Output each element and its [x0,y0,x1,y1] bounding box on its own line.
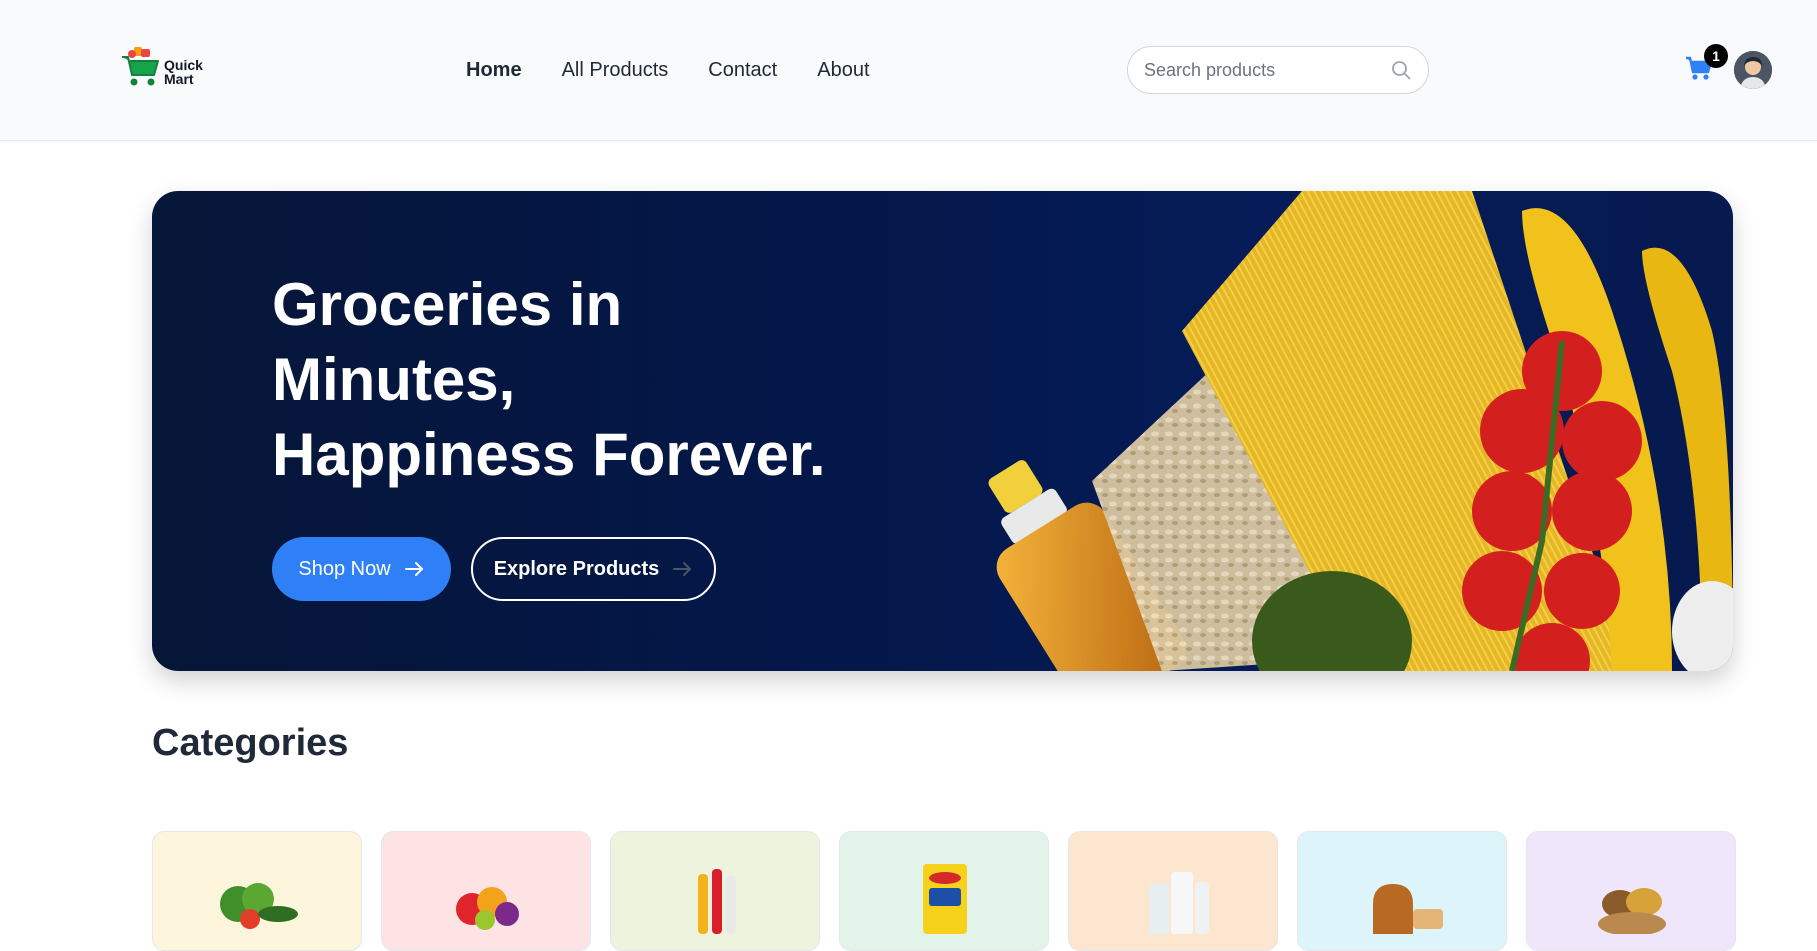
categories-title: Categories [152,722,349,764]
hero-banner: Groceries in Minutes, Happiness Forever.… [152,191,1733,671]
avatar[interactable] [1734,51,1772,89]
hero-title-line-2: Minutes, [272,346,516,413]
category-card-vegetables[interactable] [152,831,362,951]
brand-logo[interactable]: Quick Mart [120,42,206,92]
fruits-icon [456,887,519,930]
brand-name-line1: Quick [164,57,203,73]
shop-now-label: Shop Now [298,557,391,580]
category-card-dairy[interactable] [1068,831,1278,951]
nav-about[interactable]: About [817,56,869,84]
cart-logo-icon [122,47,159,86]
shop-now-button[interactable]: Shop Now [272,537,451,601]
hero-title: Groceries in Minutes, Happiness Forever. [272,267,872,492]
instant-noodles-icon [923,864,967,934]
nav-home[interactable]: Home [466,56,522,84]
search-icon[interactable] [1390,59,1412,81]
search-input[interactable] [1144,59,1390,81]
hero-title-line-3: Happiness Forever. [272,421,826,488]
nav-all-products[interactable]: All Products [562,56,669,84]
hero-title-line-1: Groceries in [272,271,623,338]
groceries-illustration [988,191,1733,671]
cart-count-badge: 1 [1704,44,1728,68]
brand-name: Quick Mart [164,58,203,86]
category-card-bakery[interactable] [1297,831,1507,951]
category-card-instant-noodles[interactable] [839,831,1049,951]
explore-products-label: Explore Products [493,557,660,580]
grains-icon [1598,888,1666,934]
arrow-right-icon [673,562,692,576]
bakery-icon [1373,884,1443,934]
category-card-grains[interactable] [1526,831,1736,951]
main-nav: Home All Products Contact About [466,56,870,84]
vegetables-icon [220,883,298,929]
drinks-icon [698,869,736,934]
category-card-fruits[interactable] [381,831,591,951]
nav-contact[interactable]: Contact [708,56,777,84]
brand-name-line2: Mart [164,71,194,87]
category-list [152,831,1736,951]
search-bar [1127,46,1429,94]
user-avatar-icon [1734,51,1772,89]
explore-products-button[interactable]: Explore Products [471,537,716,601]
arrow-right-icon [404,562,423,576]
top-navbar: Quick Mart Home All Products Contact Abo… [0,0,1817,141]
category-card-drinks[interactable] [610,831,820,951]
dairy-icon [1149,872,1209,934]
